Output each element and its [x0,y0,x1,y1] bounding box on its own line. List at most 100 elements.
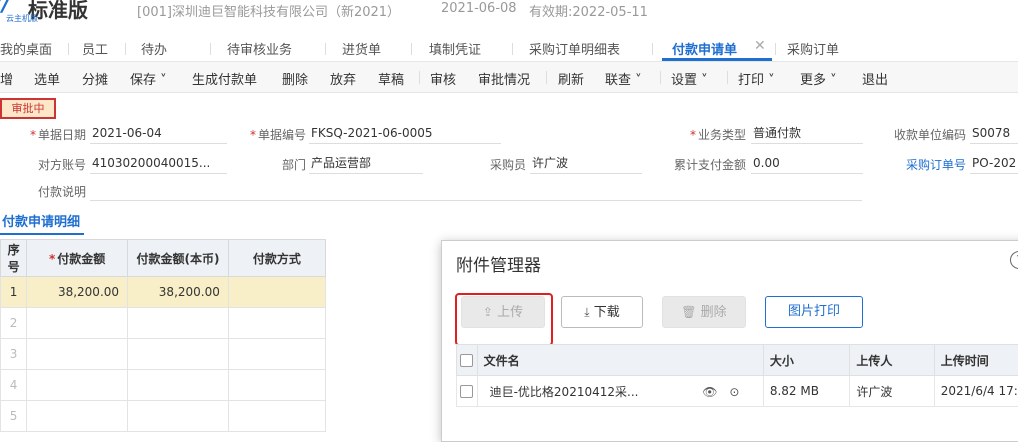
draft-button[interactable]: 草稿 [378,69,404,88]
row-payment-method[interactable] [228,339,325,370]
row-amount-local[interactable] [128,370,229,401]
more-icon[interactable]: ⊙ [729,385,739,399]
approval-status-button[interactable]: 审批情况 [478,69,530,88]
image-print-button[interactable]: 图片打印 [765,296,863,328]
col-amount-local[interactable]: 付款金额(本币) [128,240,229,277]
file-name-cell[interactable]: 迪巨-优比格20210412采... 👁 ⊙ [477,376,763,407]
trace-button[interactable]: 联查 ˅ [605,69,642,88]
delete-attachment-button[interactable]: 🗑 删除 [662,296,746,328]
validity-date: 有效期:2022-05-11 [529,1,648,20]
doc-date-label: *单据日期 [20,126,86,143]
more-button[interactable]: 更多 ˅ [800,69,837,88]
generate-payment-button[interactable]: 生成付款单 [192,69,257,88]
row-amount-local[interactable] [128,339,229,370]
biz-type-field[interactable]: 普通付款 [751,123,863,144]
row-amount[interactable] [27,339,128,370]
table-row[interactable]: 3 [1,339,326,370]
row-amount[interactable] [27,401,128,432]
row-payment-method[interactable] [228,308,325,339]
close-icon[interactable]: ✕ [754,38,766,54]
file-size: 8.82 MB [763,376,849,407]
tab-purchase-order[interactable]: 采购订单 [787,39,839,58]
save-button[interactable]: 保存 ˅ [130,69,167,88]
tab-payment-request[interactable]: 付款申请单 [672,39,737,58]
buyer-label: 采购员 [470,156,526,173]
row-seq: 1 [1,277,27,308]
tab-employee[interactable]: 员工 [82,39,108,58]
po-number-field[interactable]: PO-202 [970,153,1018,174]
row-seq: 4 [1,370,27,401]
file-upload-time: 2021/6/4 17:1 [934,376,1018,407]
refresh-button[interactable]: 刷新 [558,69,584,88]
select-order-button[interactable]: 选单 [34,69,60,88]
doc-no-field[interactable]: FKSQ-2021-06-0005 [309,123,501,144]
select-all-checkbox[interactable] [457,345,478,376]
col-uploader[interactable]: 上传人 [850,345,934,376]
doc-date-field[interactable]: 2021-06-04 [90,123,227,144]
table-row[interactable]: 迪巨-优比格20210412采... 👁 ⊙ 8.82 MB 许广波 2021/… [457,376,1018,407]
row-payment-method[interactable] [228,277,325,308]
po-number-label[interactable]: 采购订单号 [886,156,966,173]
current-date: 2021-06-08 [441,1,517,16]
allocate-button[interactable]: 分摊 [82,69,108,88]
row-amount-local[interactable]: 38,200.00 [128,277,229,308]
exit-button[interactable]: 退出 [862,69,888,88]
table-row[interactable]: 2 [1,308,326,339]
settings-button[interactable]: 设置 ˅ [671,69,708,88]
row-checkbox[interactable] [457,376,478,407]
row-amount-local[interactable] [128,308,229,339]
dept-field[interactable]: 产品运营部 [309,153,423,174]
row-seq: 3 [1,339,27,370]
payment-note-field[interactable] [90,180,862,201]
paid-amount-field: 0.00 [751,153,863,174]
chevron-down-icon: ˅ [156,73,167,88]
tab-pending-review[interactable]: 待审核业务 [227,39,292,58]
payee-code-field[interactable]: S0078 [970,123,1018,144]
delete-button[interactable]: 删除 [282,69,308,88]
table-row[interactable]: 4 [1,370,326,401]
download-button[interactable]: ⤓ 下载 [561,296,643,328]
chevron-down-icon: ˅ [697,73,708,88]
row-payment-method[interactable] [228,401,325,432]
biz-type-label: *业务类型 [676,126,746,143]
col-upload-time[interactable]: 上传时间 [934,345,1018,376]
chevron-down-icon: ˅ [764,73,775,88]
col-amount[interactable]: *付款金额 [27,240,128,277]
chevron-down-icon: ˅ [631,73,642,88]
approve-button[interactable]: 审核 [430,69,456,88]
buyer-field[interactable]: 许广波 [530,153,642,174]
account-field[interactable]: 41030200040015... [90,153,227,174]
row-amount[interactable] [27,308,128,339]
payee-code-label: 收款单位编码 [886,126,966,143]
print-button[interactable]: 打印 ˅ [738,69,775,88]
active-tab-indicator [662,58,772,61]
add-button[interactable]: 增 [0,69,13,88]
trash-icon: 🗑 [681,297,696,327]
toolbar: 增 选单 分摊 保存 ˅ 生成付款单 删除 放弃 草稿 审核 审批情况 刷新 联… [0,62,1018,93]
file-name[interactable]: 迪巨-优比格20210412采... [490,385,639,399]
col-file-size[interactable]: 大小 [763,345,849,376]
eye-icon[interactable]: 👁 [702,385,717,399]
table-row[interactable]: 5 [1,401,326,432]
col-file-name[interactable]: 文件名 [477,345,763,376]
row-amount[interactable]: 38,200.00 [27,277,128,308]
file-uploader: 许广波 [850,376,934,407]
paid-amount-label: 累计支付金额 [660,156,746,173]
tab-desktop[interactable]: 我的桌面 [0,39,52,58]
tab-bar: 我的桌面 员工 待办 待审核业务 进货单 填制凭证 采购订单明细表 付款申请单 … [0,36,1018,62]
help-icon[interactable]: ? [1010,251,1018,269]
row-payment-method[interactable] [228,370,325,401]
dialog-title: 附件管理器 [456,251,541,276]
table-row[interactable]: 1 38,200.00 38,200.00 [1,277,326,308]
attachment-table: 文件名 大小 上传人 上传时间 迪巨-优比格20210412采... 👁 ⊙ 8… [456,344,1018,407]
row-amount-local[interactable] [128,401,229,432]
detail-title-underline [0,233,84,235]
col-seq[interactable]: 序号 [1,240,27,277]
tab-purchase-receipt[interactable]: 进货单 [342,39,381,58]
tab-po-detail-report[interactable]: 采购订单明细表 [529,39,620,58]
tab-todo[interactable]: 待办 [141,39,167,58]
row-amount[interactable] [27,370,128,401]
tab-voucher[interactable]: 填制凭证 [429,39,481,58]
col-payment-method[interactable]: 付款方式 [228,240,325,277]
discard-button[interactable]: 放弃 [330,69,356,88]
